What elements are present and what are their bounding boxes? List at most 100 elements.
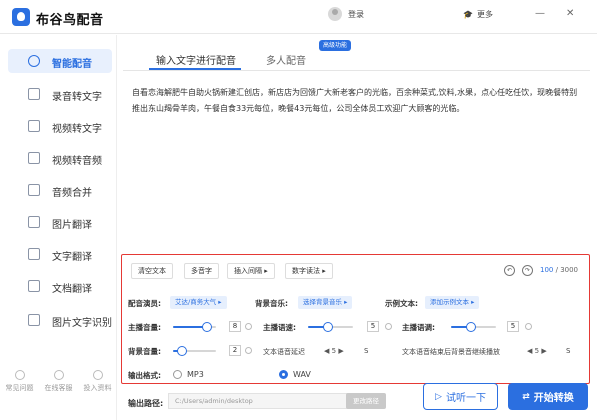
- speed-reset-icon[interactable]: [385, 323, 392, 330]
- login-link[interactable]: 登录: [348, 9, 364, 20]
- listen-button[interactable]: ▷ 试听一下: [423, 383, 498, 410]
- video-audio-icon: [28, 152, 40, 164]
- digit-reading-button[interactable]: 数字读法 ▸: [285, 263, 333, 279]
- video-icon: [28, 120, 40, 132]
- mp3-label[interactable]: MP3: [187, 370, 204, 379]
- sidebar-item-label: 图片文字识别: [52, 318, 112, 329]
- char-counter: 100 / 3000: [540, 266, 579, 274]
- speed-slider[interactable]: [308, 322, 353, 332]
- output-path-field[interactable]: C:/Users/admin/desktop: [168, 393, 348, 409]
- sidebar-item-doc-translate[interactable]: 文档翻译: [8, 274, 112, 298]
- continue-decrease-icon[interactable]: ◀: [527, 347, 532, 355]
- pitch-value[interactable]: 5: [507, 321, 519, 332]
- tab-text-dubbing[interactable]: 输入文字进行配音: [156, 52, 236, 67]
- sidebar-item-label: 图片翻译: [52, 220, 92, 231]
- mp3-radio[interactable]: [173, 370, 182, 379]
- sidebar-item-label: 视频转文字: [52, 124, 102, 135]
- login-area[interactable]: 登录: [328, 7, 364, 21]
- question-icon: [14, 370, 25, 380]
- output-format-label: 输出格式:: [128, 371, 161, 380]
- smart-dubbing-icon: [28, 55, 40, 67]
- bgm-continue-stepper[interactable]: ◀ 5 ▶: [527, 347, 547, 355]
- minimize-icon[interactable]: —: [535, 8, 545, 19]
- continue-value: 5: [534, 347, 540, 355]
- wav-label[interactable]: WAV: [293, 370, 311, 379]
- example-text-select[interactable]: 添加示例文本 ▸: [425, 296, 480, 309]
- speed-label: 主播语速:: [263, 323, 296, 332]
- sidebar-item-video-to-audio[interactable]: 视频转音频: [8, 146, 112, 170]
- delay-decrease-icon[interactable]: ◀: [324, 347, 329, 355]
- sidebar-item-smart-dubbing[interactable]: 智能配音: [8, 49, 112, 73]
- bgm-label: 背景音乐:: [255, 299, 288, 308]
- sidebar-item-label: 音频合并: [52, 188, 92, 199]
- volume-reset-icon[interactable]: [245, 323, 252, 330]
- volume-value[interactable]: 8: [229, 321, 241, 332]
- change-path-button[interactable]: 更改路径: [346, 393, 386, 409]
- sidebar-item-label: 录音转文字: [52, 92, 102, 103]
- continue-increase-icon[interactable]: ▶: [541, 347, 546, 355]
- convert-label: 开始转换: [533, 393, 574, 404]
- sidebar-item-ocr[interactable]: 图片文字识别: [8, 308, 112, 332]
- tab-multi-dubbing[interactable]: 多人配音: [266, 52, 306, 67]
- delay-increase-icon[interactable]: ▶: [338, 347, 343, 355]
- bg-volume-label: 背景音量:: [128, 347, 161, 356]
- ocr-icon: [28, 314, 40, 326]
- polyphone-button[interactable]: 多音字: [184, 263, 219, 279]
- avatar-icon[interactable]: [328, 7, 342, 21]
- chat-icon: [53, 370, 64, 380]
- pitch-slider[interactable]: [451, 322, 496, 332]
- volume-slider[interactable]: [173, 322, 216, 332]
- sidebar-item-video-to-text[interactable]: 视频转文字: [8, 114, 112, 138]
- more-menu[interactable]: 🎓 更多: [463, 9, 493, 20]
- wav-radio[interactable]: [279, 370, 288, 379]
- undo-icon[interactable]: ↶: [504, 265, 515, 276]
- volume-label: 主播音量:: [128, 323, 161, 332]
- online-service-button[interactable]: 在线客服: [45, 370, 73, 393]
- more-label[interactable]: 更多: [477, 9, 493, 20]
- audio-merge-icon: [28, 184, 40, 196]
- user-icon: [92, 370, 103, 380]
- sidebar-item-label: 视频转音频: [52, 156, 102, 167]
- bg-volume-slider-knob[interactable]: [176, 346, 187, 356]
- sidebar-item-label: 文档翻译: [52, 284, 92, 295]
- bg-volume-slider[interactable]: [173, 346, 216, 356]
- advanced-badge: 高级功能: [319, 40, 352, 51]
- faq-button[interactable]: 常见问题: [6, 370, 34, 393]
- redo-icon[interactable]: ↷: [522, 265, 533, 276]
- document-icon: [28, 280, 40, 292]
- text-input-area[interactable]: 自看恋海解肥牛自助火锅新建汇创店，新店店为回馈广大新老客户的光临，百余种菜式,饮…: [132, 85, 584, 117]
- sidebar-footer: 常见问题 在线客服 投入资料: [0, 370, 117, 393]
- delay-value: 5: [331, 347, 337, 355]
- convert-icon: ⇄: [522, 391, 530, 402]
- clear-text-button[interactable]: 清空文本: [131, 263, 173, 279]
- pitch-reset-icon[interactable]: [525, 323, 532, 330]
- bgm-continue-label: 文本语音结束后背景音继续播放: [402, 348, 500, 356]
- sidebar-item-audio-merge[interactable]: 音频合并: [8, 178, 112, 202]
- play-icon: ▷: [435, 391, 442, 402]
- pitch-label: 主播语调:: [402, 323, 435, 332]
- bg-volume-reset-icon[interactable]: [245, 347, 252, 354]
- sidebar-item-record-to-text[interactable]: 录音转文字: [8, 82, 112, 106]
- listen-label: 试听一下: [445, 393, 486, 404]
- tab-divider: [123, 70, 590, 71]
- bgm-select[interactable]: 选择背景音乐 ▸: [298, 296, 353, 309]
- app-logo-icon: [12, 8, 30, 26]
- output-path-label: 输出路径:: [128, 399, 164, 408]
- feedback-button[interactable]: 投入资料: [84, 370, 112, 393]
- close-icon[interactable]: ✕: [566, 8, 574, 19]
- start-convert-button[interactable]: ⇄ 开始转换: [508, 383, 588, 410]
- bg-volume-value[interactable]: 2: [229, 345, 241, 356]
- text-translate-icon: [28, 248, 40, 260]
- insert-pause-button[interactable]: 插入间隔 ▸: [227, 263, 275, 279]
- graduation-cap-icon: 🎓: [463, 10, 473, 19]
- sidebar: 智能配音 录音转文字 视频转文字 视频转音频 音频合并 图片翻译 文字翻译 文档…: [0, 35, 117, 420]
- sidebar-item-text-translate[interactable]: 文字翻译: [8, 242, 112, 266]
- continue-unit: S: [566, 347, 571, 355]
- text-delay-label: 文本语音延迟: [263, 348, 305, 356]
- image-icon: [28, 216, 40, 228]
- speed-value[interactable]: 5: [367, 321, 379, 332]
- speaker-select[interactable]: 艾达/商务大气 ▸: [170, 296, 227, 309]
- record-icon: [28, 88, 40, 100]
- delay-stepper[interactable]: ◀ 5 ▶: [324, 347, 344, 355]
- sidebar-item-image-translate[interactable]: 图片翻译: [8, 210, 112, 234]
